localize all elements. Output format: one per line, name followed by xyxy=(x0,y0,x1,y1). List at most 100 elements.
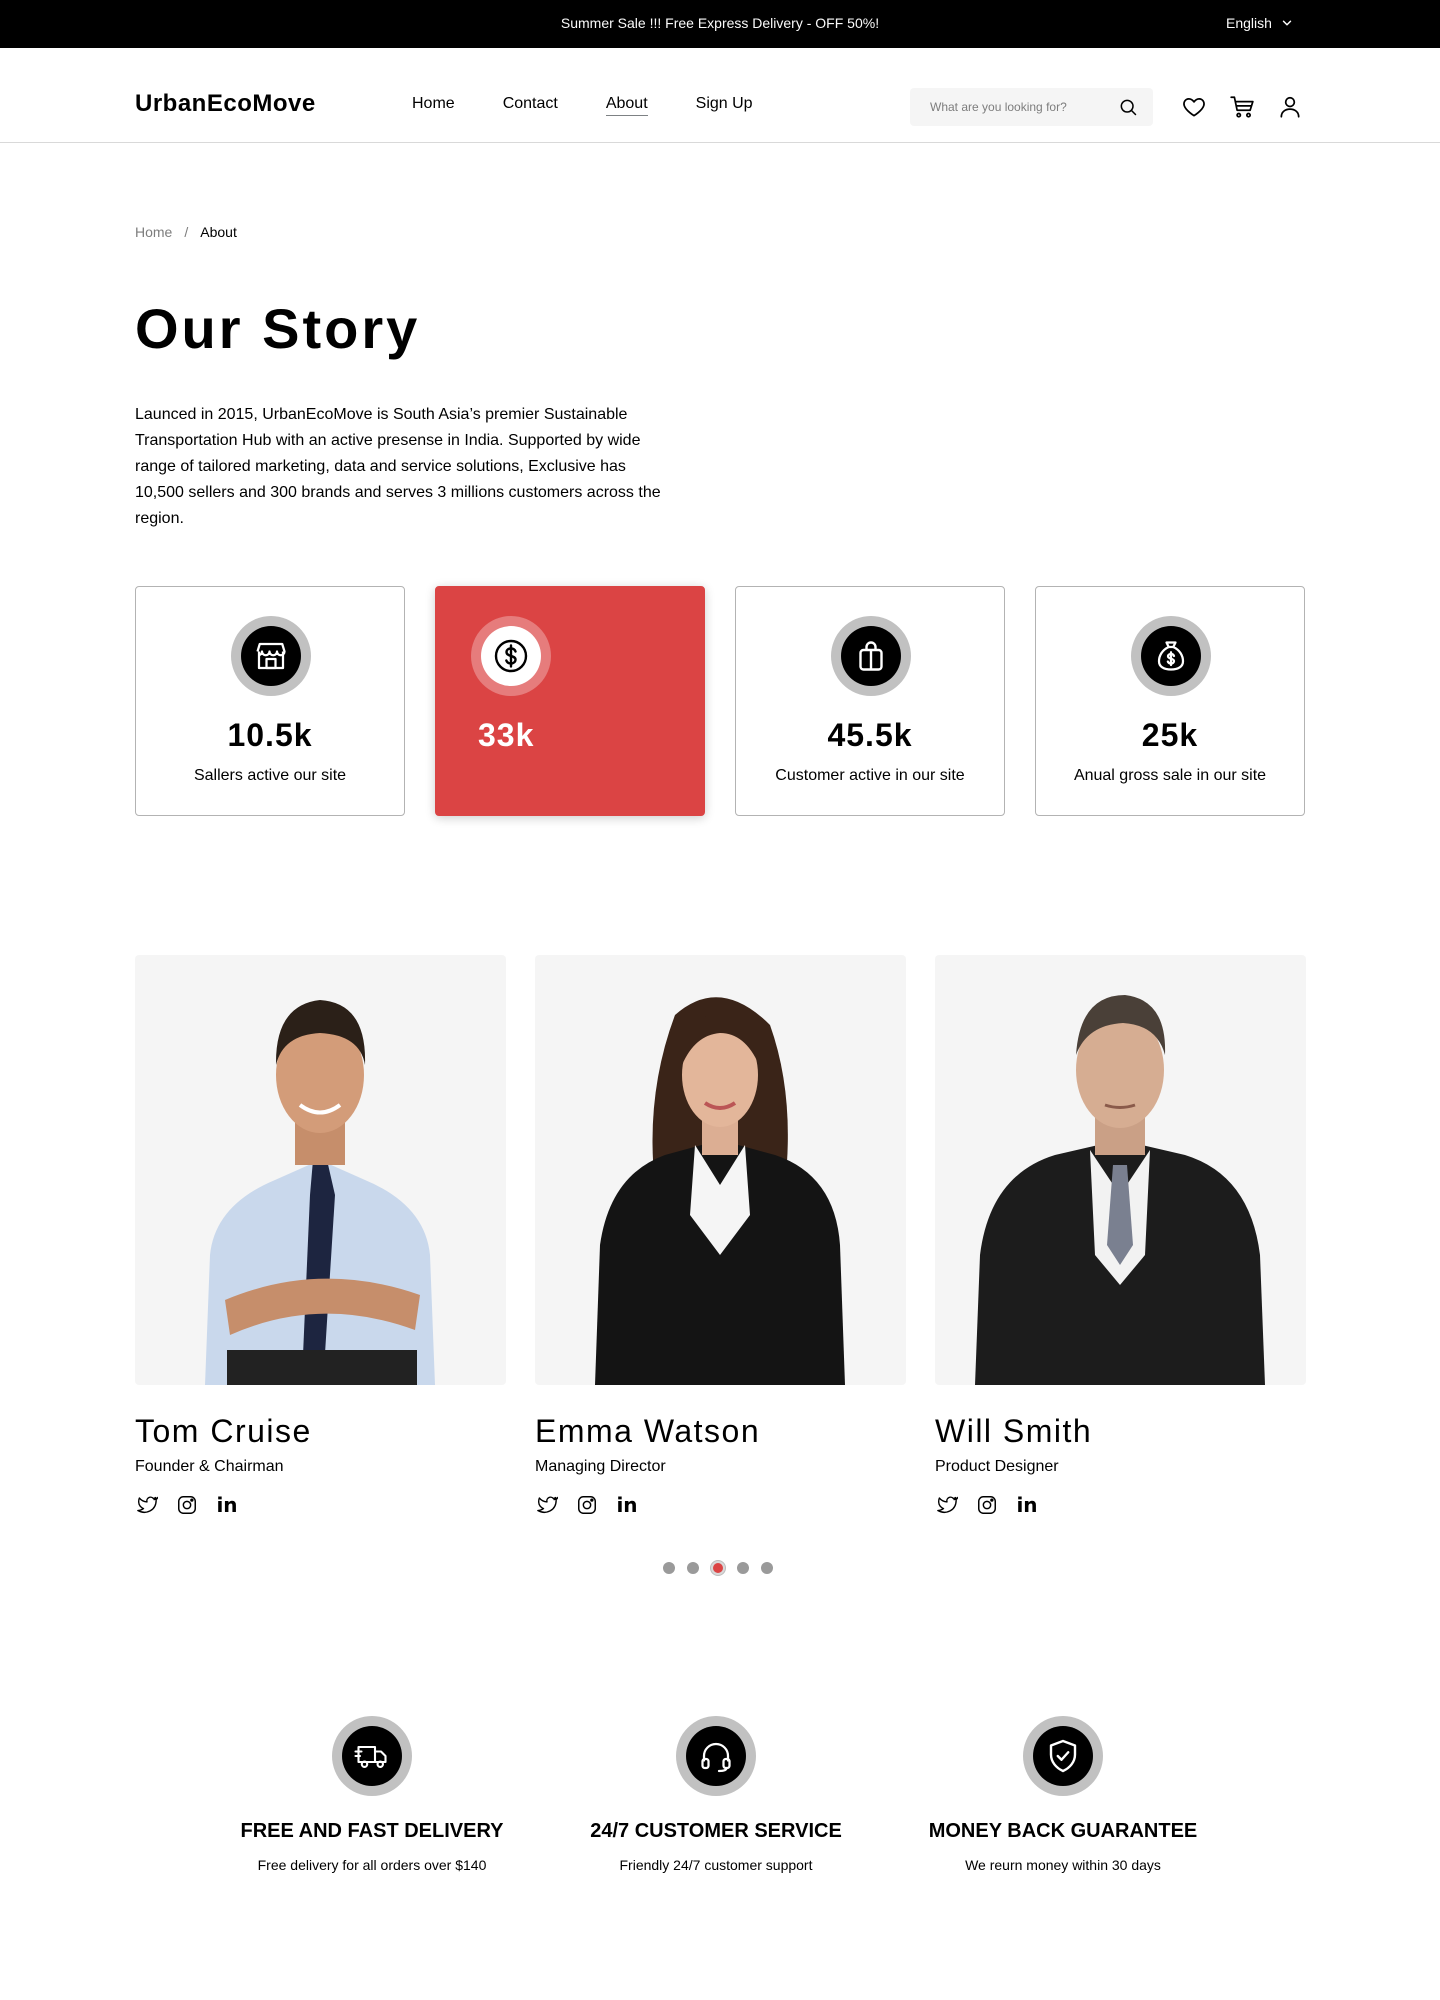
twitter-link[interactable] xyxy=(935,1493,959,1517)
service-icon-ring xyxy=(332,1716,412,1796)
stat-card-highlighted[interactable]: 33k xyxy=(435,586,705,816)
account-button[interactable] xyxy=(1274,91,1306,123)
language-label: English xyxy=(1226,15,1272,31)
stat-card-customers[interactable]: 45.5k Customer active in our site xyxy=(735,586,1005,816)
team-member-role: Founder & Chairman xyxy=(135,1458,284,1475)
twitter-link[interactable] xyxy=(135,1493,159,1517)
instagram-link[interactable] xyxy=(575,1493,599,1517)
carousel-dot-5[interactable] xyxy=(761,1562,773,1574)
stat-value: 25k xyxy=(1141,717,1199,753)
service-icon-ring xyxy=(1023,1716,1103,1796)
heart-icon xyxy=(1183,98,1205,117)
carousel-dot-2[interactable] xyxy=(687,1562,699,1574)
carousel-dot-4[interactable] xyxy=(737,1562,749,1574)
stat-value: 33k xyxy=(478,717,535,753)
stat-icon-ring xyxy=(471,616,551,696)
team-member-card: Tom Cruise Founder & Chairman in xyxy=(135,955,506,1517)
breadcrumb-separator: / xyxy=(184,224,189,240)
stat-card-sales[interactable]: 25k Anual gross sale in our site xyxy=(1035,586,1305,816)
header-actions xyxy=(1178,91,1306,123)
breadcrumb-home[interactable]: Home xyxy=(135,224,172,240)
team-member-photo xyxy=(935,955,1306,1385)
stat-icon-ring xyxy=(231,616,311,696)
team-member-role: Managing Director xyxy=(535,1458,666,1475)
site-logo[interactable]: UrbanEcoMove xyxy=(135,90,316,118)
twitter-icon xyxy=(937,1496,958,1513)
social-links: in xyxy=(535,1493,639,1517)
twitter-link[interactable] xyxy=(535,1493,559,1517)
shield-check-icon xyxy=(1049,1739,1077,1773)
service-icon-circle xyxy=(1033,1726,1093,1786)
stat-icon-ring xyxy=(831,616,911,696)
stat-card-sellers[interactable]: 10.5k Sallers active our site xyxy=(135,586,405,816)
instagram-icon xyxy=(978,1496,996,1514)
person-portrait-icon xyxy=(975,995,1265,1385)
twitter-icon xyxy=(137,1496,158,1513)
service-icon-circle xyxy=(686,1726,746,1786)
shop-icon xyxy=(256,642,286,670)
stat-value: 45.5k xyxy=(827,717,913,753)
breadcrumb-current: About xyxy=(200,224,237,240)
stat-label: Anual gross sale in our site xyxy=(1073,767,1267,784)
team-member-name: Will Smith xyxy=(935,1413,1093,1449)
carousel-dot-1[interactable] xyxy=(663,1562,675,1574)
team-member-card: Will Smith Product Designer in xyxy=(935,955,1306,1517)
money-bag-icon xyxy=(1157,641,1185,671)
headset-icon xyxy=(701,1742,731,1773)
language-selector[interactable]: English xyxy=(1226,15,1294,31)
person-portrait-icon xyxy=(205,1000,435,1385)
main-nav: Home Contact About Sign Up xyxy=(412,95,753,116)
service-icon-ring xyxy=(676,1716,756,1796)
service-subtitle: We reurn money within 30 days xyxy=(965,1857,1161,1873)
site-header: UrbanEcoMove Home Contact About Sign Up xyxy=(0,48,1440,143)
team-member-name: Emma Watson xyxy=(535,1413,761,1449)
team-member-name: Tom Cruise xyxy=(135,1413,312,1449)
team-member-photo xyxy=(135,955,506,1385)
search-icon[interactable] xyxy=(1118,97,1138,117)
user-icon xyxy=(1280,96,1300,118)
service-title: 24/7 CUSTOMER SERVICE xyxy=(590,1820,842,1842)
service-subtitle: Free delivery for all orders over $140 xyxy=(257,1857,487,1873)
linkedin-icon[interactable]: in xyxy=(1015,1493,1039,1517)
team-member-photo xyxy=(535,955,906,1385)
delivery-truck-icon xyxy=(354,1745,387,1768)
top-banner: Summer Sale !!! Free Express Delivery - … xyxy=(0,0,1440,48)
instagram-link[interactable] xyxy=(175,1493,199,1517)
page-title: Our Story xyxy=(135,297,421,360)
wishlist-button[interactable] xyxy=(1178,91,1210,123)
instagram-icon xyxy=(578,1496,596,1514)
nav-contact[interactable]: Contact xyxy=(503,95,558,116)
instagram-icon xyxy=(178,1496,196,1514)
promo-message: Summer Sale !!! Free Express Delivery - … xyxy=(560,15,880,31)
dollar-icon xyxy=(494,639,528,673)
stat-icon-circle xyxy=(841,626,901,686)
cart-button[interactable] xyxy=(1226,91,1258,123)
stat-icon-ring xyxy=(1131,616,1211,696)
nav-home[interactable]: Home xyxy=(412,95,455,116)
story-paragraph: Launced in 2015, UrbanEcoMove is South A… xyxy=(135,406,661,527)
stat-value: 10.5k xyxy=(227,717,313,753)
linkedin-icon[interactable]: in xyxy=(215,1493,239,1517)
carousel-dots xyxy=(663,1561,773,1575)
service-title: FREE AND FAST DELIVERY xyxy=(240,1820,504,1842)
person-portrait-icon xyxy=(595,997,845,1385)
stat-label: Customer active in our site xyxy=(775,767,965,784)
nav-about[interactable]: About xyxy=(605,95,648,116)
team-member-card: Emma Watson Managing Director in xyxy=(535,955,906,1517)
instagram-link[interactable] xyxy=(975,1493,999,1517)
stat-icon-circle xyxy=(481,626,541,686)
linkedin-icon[interactable]: in xyxy=(615,1493,639,1517)
social-links: in xyxy=(935,1493,1039,1517)
service-title: MONEY BACK GUARANTEE xyxy=(928,1820,1198,1842)
social-links: in xyxy=(135,1493,239,1517)
breadcrumb: Home / About xyxy=(135,224,237,240)
service-subtitle: Friendly 24/7 customer support xyxy=(619,1857,813,1873)
carousel-dot-3[interactable] xyxy=(711,1561,725,1575)
shopping-bag-icon xyxy=(859,641,883,671)
search-input[interactable] xyxy=(930,98,1110,116)
stat-icon-circle xyxy=(1141,626,1201,686)
team-member-role: Product Designer xyxy=(935,1458,1059,1475)
stat-icon-circle xyxy=(241,626,301,686)
nav-sign-up[interactable]: Sign Up xyxy=(696,95,753,116)
twitter-icon xyxy=(537,1496,558,1513)
